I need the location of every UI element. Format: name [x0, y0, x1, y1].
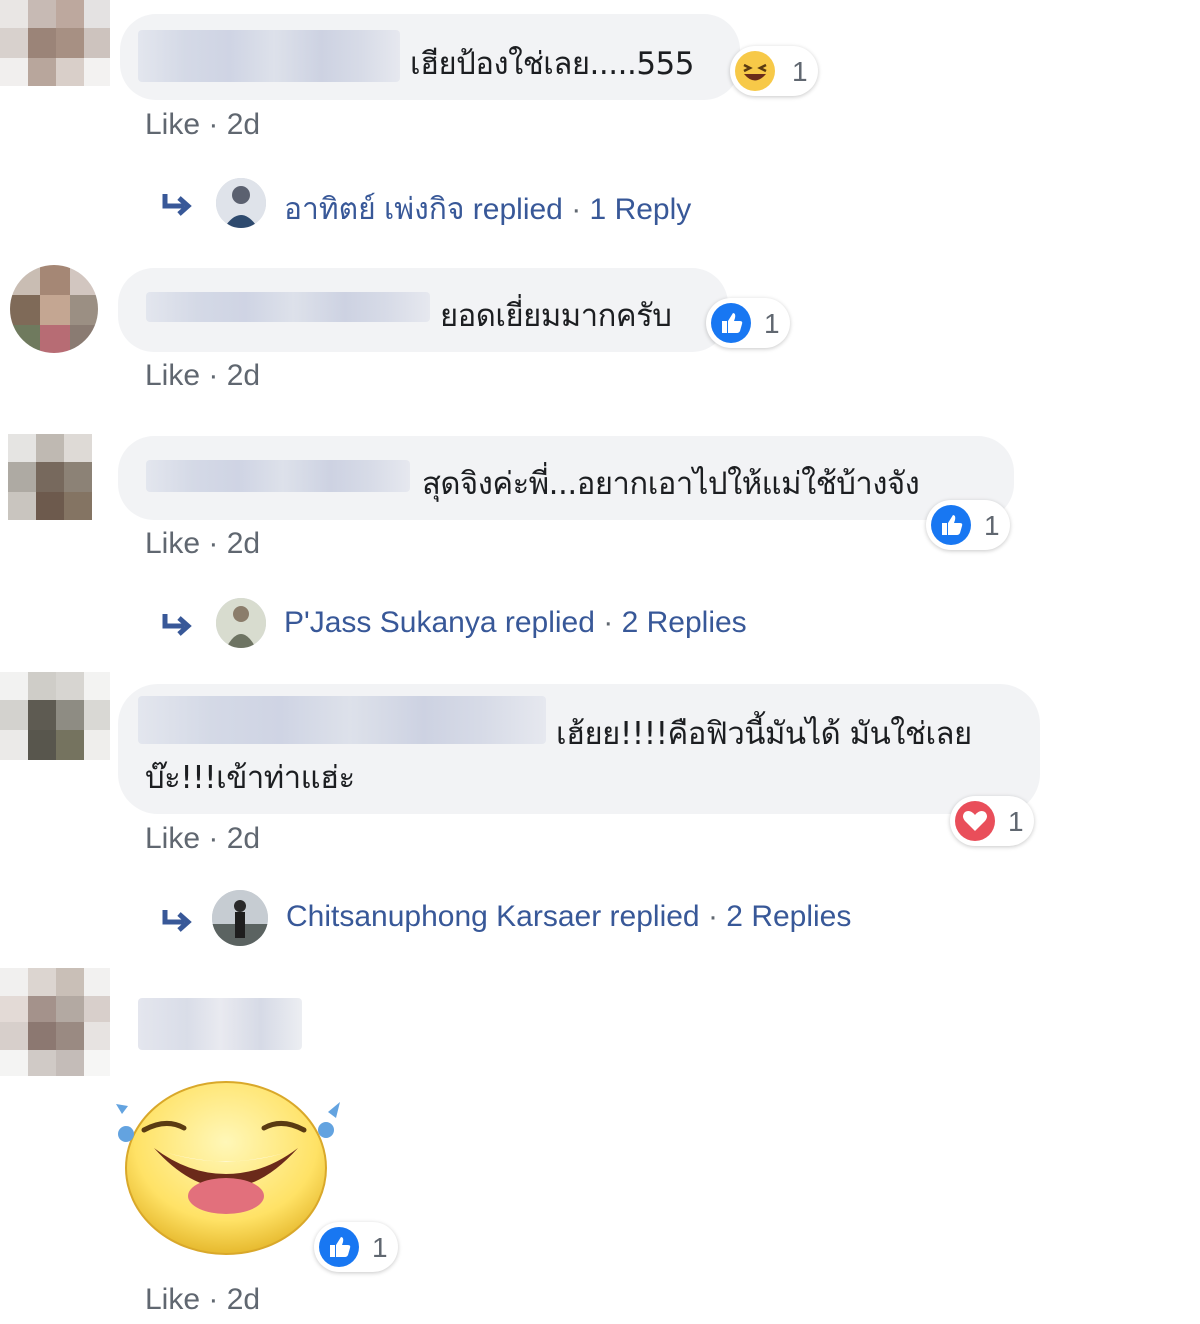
- like-reaction-icon: [711, 303, 751, 343]
- like-link[interactable]: Like: [145, 527, 200, 560]
- meta-separator: ·: [200, 1283, 227, 1316]
- comment-meta: Like · 2d: [145, 822, 260, 856]
- reaction-summary[interactable]: 1: [314, 1222, 398, 1272]
- like-reaction-icon: [931, 505, 971, 545]
- reply-count: 1 Reply: [589, 193, 692, 226]
- commenter-name[interactable]: [138, 998, 302, 1050]
- comment-meta: Like · 2d: [145, 108, 260, 142]
- replier-avatar: [212, 890, 268, 946]
- comment-time[interactable]: 2d: [227, 108, 260, 141]
- replier-name: อาทิตย์ เพ่งกิจ: [284, 193, 465, 226]
- commenter-avatar[interactable]: [8, 434, 92, 520]
- reaction-summary[interactable]: 1: [926, 500, 1010, 550]
- comment-time[interactable]: 2d: [227, 822, 260, 855]
- replies-link[interactable]: P'Jass Sukanya replied · 2 Replies: [160, 596, 840, 652]
- comment-text-line-2: บ๊ะ!!!เข้าท่าแฮ่ะ: [145, 760, 355, 796]
- comment-text-line-1: เฮ้ยย!!!!คือฟิวนี้มันได้ มันใช่เลย: [556, 716, 972, 752]
- reaction-count: 1: [984, 510, 1000, 541]
- replier-avatar: [216, 178, 266, 228]
- replier-name: P'Jass Sukanya: [284, 606, 497, 639]
- reply-arrow-icon: [162, 614, 192, 636]
- replies-link[interactable]: Chitsanuphong Karsaer replied · 2 Replie…: [160, 890, 940, 946]
- replier-avatar: [216, 598, 266, 648]
- replier-name: Chitsanuphong Karsaer: [286, 900, 602, 933]
- reply-summary: อาทิตย์ เพ่งกิจ replied · 1 Reply: [284, 193, 692, 226]
- comment-text: สุดจิงค่ะพี่...อยากเอาไปให้แม่ใช้บ้างจัง: [422, 466, 920, 502]
- commenter-name[interactable]: [146, 460, 410, 492]
- commenter-name[interactable]: [138, 696, 546, 744]
- haha-reaction-icon: [735, 51, 775, 91]
- commenter-avatar[interactable]: [10, 265, 98, 353]
- comment-time[interactable]: 2d: [227, 1283, 260, 1316]
- reaction-count: 1: [764, 308, 780, 339]
- laughing-sticker: [114, 1078, 344, 1258]
- comment-time[interactable]: 2d: [227, 359, 260, 392]
- reaction-count: 1: [372, 1232, 388, 1263]
- commenter-name[interactable]: [138, 30, 400, 82]
- like-reaction-icon: [319, 1227, 359, 1267]
- meta-separator: ·: [200, 108, 227, 141]
- like-link[interactable]: Like: [145, 108, 200, 141]
- reply-arrow-icon: [162, 910, 192, 932]
- reaction-summary[interactable]: 1: [706, 298, 790, 348]
- reply-count: 2 Replies: [726, 900, 852, 933]
- comment-meta: Like · 2d: [145, 1283, 260, 1317]
- comment-time[interactable]: 2d: [227, 527, 260, 560]
- reaction-count: 1: [1008, 806, 1024, 837]
- comment-meta: Like · 2d: [145, 527, 260, 561]
- meta-separator: ·: [200, 822, 227, 855]
- reply-count: 2 Replies: [621, 606, 747, 639]
- reaction-summary[interactable]: 1: [950, 796, 1034, 846]
- like-link[interactable]: Like: [145, 822, 200, 855]
- reply-arrow-icon: [162, 194, 192, 216]
- like-link[interactable]: Like: [145, 359, 200, 392]
- meta-separator: ·: [200, 359, 227, 392]
- like-link[interactable]: Like: [145, 1283, 200, 1316]
- reply-summary: P'Jass Sukanya replied · 2 Replies: [284, 606, 747, 639]
- reaction-summary[interactable]: 1: [730, 46, 818, 96]
- commenter-avatar[interactable]: [0, 672, 110, 772]
- reply-summary: Chitsanuphong Karsaer replied · 2 Replie…: [286, 900, 852, 933]
- comment-text: ยอดเยี่ยมมากครับ: [440, 298, 672, 334]
- comment-meta: Like · 2d: [145, 359, 260, 393]
- love-reaction-icon: [955, 801, 995, 841]
- commenter-avatar[interactable]: [0, 0, 110, 100]
- reaction-count: 1: [792, 56, 808, 87]
- replies-link[interactable]: อาทิตย์ เพ่งกิจ replied · 1 Reply: [160, 176, 760, 232]
- commenter-name[interactable]: [146, 292, 430, 322]
- comment-text: เฮียป้องใช่เลย.....555: [410, 46, 695, 82]
- commenter-avatar[interactable]: [0, 968, 110, 1076]
- meta-separator: ·: [200, 527, 227, 560]
